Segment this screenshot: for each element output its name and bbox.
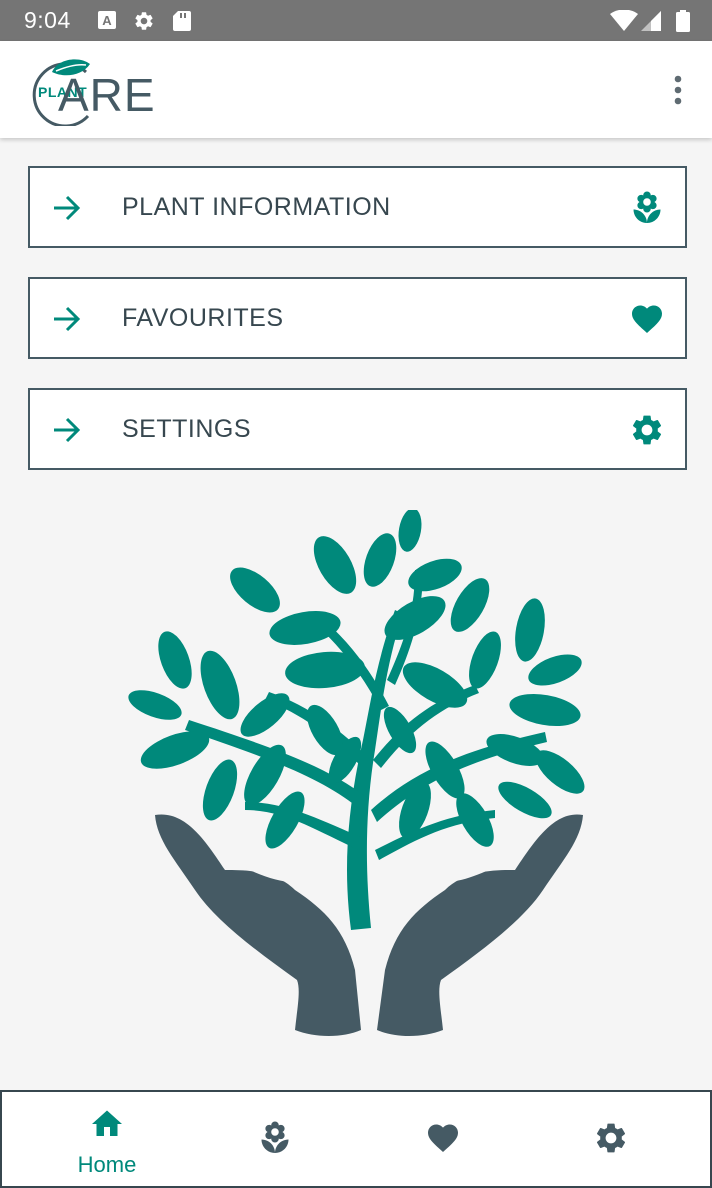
flower-icon [261, 1121, 289, 1153]
nav-settings[interactable] [522, 1092, 700, 1188]
favourites-label: FAVOURITES [122, 304, 284, 332]
status-bar: 9:04 A [0, 0, 712, 41]
status-time: 9:04 [24, 7, 71, 33]
arrow-right-icon [54, 306, 81, 332]
arrow-right-icon [54, 195, 81, 221]
favourites-button[interactable]: FAVOURITES [28, 277, 687, 359]
arrow-right-icon [54, 417, 81, 443]
heart-icon [632, 305, 662, 334]
logo-care-text: ARE [58, 69, 156, 121]
gear-icon [596, 1123, 626, 1153]
bottom-navigation: Home [0, 1090, 712, 1188]
plant-information-label: PLANT INFORMATION [122, 193, 391, 221]
nav-favourites[interactable] [354, 1092, 532, 1188]
hands-tree-illustration [128, 510, 585, 1036]
svg-text:A: A [102, 13, 112, 28]
flower-icon [633, 191, 661, 223]
battery-icon [676, 10, 690, 32]
heart-icon [428, 1124, 458, 1153]
a-icon: A [98, 11, 116, 29]
plant-care-logo: PLANT ARE [28, 56, 198, 126]
gear-icon [135, 12, 153, 30]
signal-icon [641, 11, 661, 31]
app-bar: PLANT ARE [0, 41, 712, 138]
more-vert-icon[interactable] [668, 75, 688, 105]
settings-label: SETTINGS [122, 415, 252, 443]
wifi-icon [610, 10, 638, 31]
home-icon [92, 1110, 122, 1136]
nav-home-label: Home [77, 1152, 137, 1177]
settings-button[interactable]: SETTINGS [28, 388, 687, 470]
gear-icon [632, 415, 662, 445]
nav-home[interactable]: Home [18, 1092, 196, 1188]
nav-plant-information[interactable] [186, 1092, 364, 1188]
sd-card-icon [173, 11, 191, 31]
plant-information-button[interactable]: PLANT INFORMATION [28, 166, 687, 248]
